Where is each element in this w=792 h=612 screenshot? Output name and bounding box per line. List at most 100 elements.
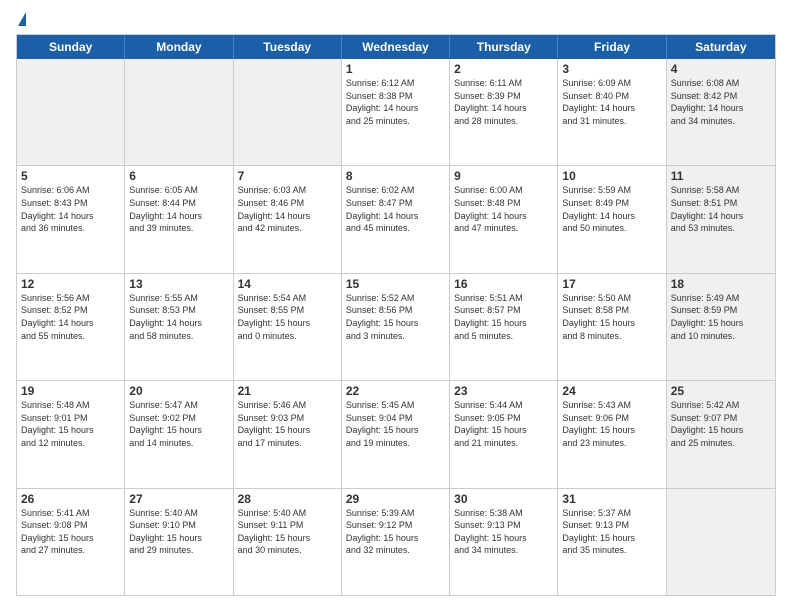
day-number: 26 — [21, 492, 120, 506]
cell-text: Sunrise: 5:55 AM Sunset: 8:53 PM Dayligh… — [129, 292, 228, 342]
cell-text: Sunrise: 5:58 AM Sunset: 8:51 PM Dayligh… — [671, 184, 771, 234]
day-number: 10 — [562, 169, 661, 183]
day-number: 24 — [562, 384, 661, 398]
cal-cell: 5Sunrise: 6:06 AM Sunset: 8:43 PM Daylig… — [17, 166, 125, 272]
cal-row-1: 5Sunrise: 6:06 AM Sunset: 8:43 PM Daylig… — [17, 166, 775, 273]
day-number: 20 — [129, 384, 228, 398]
cal-cell: 24Sunrise: 5:43 AM Sunset: 9:06 PM Dayli… — [558, 381, 666, 487]
cal-cell: 6Sunrise: 6:05 AM Sunset: 8:44 PM Daylig… — [125, 166, 233, 272]
day-number: 16 — [454, 277, 553, 291]
logo-triangle-icon — [18, 12, 26, 26]
cal-cell: 3Sunrise: 6:09 AM Sunset: 8:40 PM Daylig… — [558, 59, 666, 165]
cal-cell: 26Sunrise: 5:41 AM Sunset: 9:08 PM Dayli… — [17, 489, 125, 595]
day-number: 11 — [671, 169, 771, 183]
cal-cell: 14Sunrise: 5:54 AM Sunset: 8:55 PM Dayli… — [234, 274, 342, 380]
day-number: 9 — [454, 169, 553, 183]
day-number: 14 — [238, 277, 337, 291]
cal-cell: 10Sunrise: 5:59 AM Sunset: 8:49 PM Dayli… — [558, 166, 666, 272]
cal-row-2: 12Sunrise: 5:56 AM Sunset: 8:52 PM Dayli… — [17, 274, 775, 381]
header — [16, 16, 776, 26]
cell-text: Sunrise: 5:44 AM Sunset: 9:05 PM Dayligh… — [454, 399, 553, 449]
cal-cell: 17Sunrise: 5:50 AM Sunset: 8:58 PM Dayli… — [558, 274, 666, 380]
day-number: 8 — [346, 169, 445, 183]
day-number: 28 — [238, 492, 337, 506]
day-number: 7 — [238, 169, 337, 183]
cal-cell: 13Sunrise: 5:55 AM Sunset: 8:53 PM Dayli… — [125, 274, 233, 380]
cell-text: Sunrise: 5:51 AM Sunset: 8:57 PM Dayligh… — [454, 292, 553, 342]
cal-cell: 11Sunrise: 5:58 AM Sunset: 8:51 PM Dayli… — [667, 166, 775, 272]
day-number: 12 — [21, 277, 120, 291]
cal-cell: 30Sunrise: 5:38 AM Sunset: 9:13 PM Dayli… — [450, 489, 558, 595]
cell-text: Sunrise: 6:03 AM Sunset: 8:46 PM Dayligh… — [238, 184, 337, 234]
day-number: 31 — [562, 492, 661, 506]
cal-cell: 18Sunrise: 5:49 AM Sunset: 8:59 PM Dayli… — [667, 274, 775, 380]
cal-cell: 7Sunrise: 6:03 AM Sunset: 8:46 PM Daylig… — [234, 166, 342, 272]
cell-text: Sunrise: 5:37 AM Sunset: 9:13 PM Dayligh… — [562, 507, 661, 557]
cal-header-cell-saturday: Saturday — [667, 35, 775, 59]
cell-text: Sunrise: 6:02 AM Sunset: 8:47 PM Dayligh… — [346, 184, 445, 234]
cell-text: Sunrise: 5:40 AM Sunset: 9:11 PM Dayligh… — [238, 507, 337, 557]
cal-cell: 19Sunrise: 5:48 AM Sunset: 9:01 PM Dayli… — [17, 381, 125, 487]
cal-cell: 1Sunrise: 6:12 AM Sunset: 8:38 PM Daylig… — [342, 59, 450, 165]
cell-text: Sunrise: 5:39 AM Sunset: 9:12 PM Dayligh… — [346, 507, 445, 557]
day-number: 13 — [129, 277, 228, 291]
cell-text: Sunrise: 6:09 AM Sunset: 8:40 PM Dayligh… — [562, 77, 661, 127]
cal-cell: 22Sunrise: 5:45 AM Sunset: 9:04 PM Dayli… — [342, 381, 450, 487]
cal-cell — [17, 59, 125, 165]
cell-text: Sunrise: 5:50 AM Sunset: 8:58 PM Dayligh… — [562, 292, 661, 342]
day-number: 18 — [671, 277, 771, 291]
cal-cell: 21Sunrise: 5:46 AM Sunset: 9:03 PM Dayli… — [234, 381, 342, 487]
calendar-body: 1Sunrise: 6:12 AM Sunset: 8:38 PM Daylig… — [17, 59, 775, 595]
cell-text: Sunrise: 5:42 AM Sunset: 9:07 PM Dayligh… — [671, 399, 771, 449]
cell-text: Sunrise: 6:12 AM Sunset: 8:38 PM Dayligh… — [346, 77, 445, 127]
cal-cell: 12Sunrise: 5:56 AM Sunset: 8:52 PM Dayli… — [17, 274, 125, 380]
cell-text: Sunrise: 5:49 AM Sunset: 8:59 PM Dayligh… — [671, 292, 771, 342]
cal-cell: 8Sunrise: 6:02 AM Sunset: 8:47 PM Daylig… — [342, 166, 450, 272]
cal-cell: 20Sunrise: 5:47 AM Sunset: 9:02 PM Dayli… — [125, 381, 233, 487]
day-number: 21 — [238, 384, 337, 398]
cal-header-cell-monday: Monday — [125, 35, 233, 59]
day-number: 17 — [562, 277, 661, 291]
cal-header-cell-wednesday: Wednesday — [342, 35, 450, 59]
cal-cell — [125, 59, 233, 165]
cell-text: Sunrise: 5:43 AM Sunset: 9:06 PM Dayligh… — [562, 399, 661, 449]
cal-cell — [667, 489, 775, 595]
calendar: SundayMondayTuesdayWednesdayThursdayFrid… — [16, 34, 776, 596]
logo — [16, 16, 26, 26]
day-number: 29 — [346, 492, 445, 506]
day-number: 4 — [671, 62, 771, 76]
cell-text: Sunrise: 5:45 AM Sunset: 9:04 PM Dayligh… — [346, 399, 445, 449]
cell-text: Sunrise: 5:56 AM Sunset: 8:52 PM Dayligh… — [21, 292, 120, 342]
cal-cell: 27Sunrise: 5:40 AM Sunset: 9:10 PM Dayli… — [125, 489, 233, 595]
cal-row-3: 19Sunrise: 5:48 AM Sunset: 9:01 PM Dayli… — [17, 381, 775, 488]
cell-text: Sunrise: 5:59 AM Sunset: 8:49 PM Dayligh… — [562, 184, 661, 234]
cal-cell: 4Sunrise: 6:08 AM Sunset: 8:42 PM Daylig… — [667, 59, 775, 165]
cell-text: Sunrise: 6:06 AM Sunset: 8:43 PM Dayligh… — [21, 184, 120, 234]
cell-text: Sunrise: 6:08 AM Sunset: 8:42 PM Dayligh… — [671, 77, 771, 127]
cell-text: Sunrise: 6:05 AM Sunset: 8:44 PM Dayligh… — [129, 184, 228, 234]
cell-text: Sunrise: 5:54 AM Sunset: 8:55 PM Dayligh… — [238, 292, 337, 342]
cal-cell: 28Sunrise: 5:40 AM Sunset: 9:11 PM Dayli… — [234, 489, 342, 595]
day-number: 1 — [346, 62, 445, 76]
cal-cell: 16Sunrise: 5:51 AM Sunset: 8:57 PM Dayli… — [450, 274, 558, 380]
cal-header-cell-sunday: Sunday — [17, 35, 125, 59]
day-number: 15 — [346, 277, 445, 291]
logo-text — [16, 16, 26, 26]
cal-row-0: 1Sunrise: 6:12 AM Sunset: 8:38 PM Daylig… — [17, 59, 775, 166]
day-number: 19 — [21, 384, 120, 398]
cal-row-4: 26Sunrise: 5:41 AM Sunset: 9:08 PM Dayli… — [17, 489, 775, 595]
cal-cell: 25Sunrise: 5:42 AM Sunset: 9:07 PM Dayli… — [667, 381, 775, 487]
cell-text: Sunrise: 5:41 AM Sunset: 9:08 PM Dayligh… — [21, 507, 120, 557]
cell-text: Sunrise: 5:38 AM Sunset: 9:13 PM Dayligh… — [454, 507, 553, 557]
cell-text: Sunrise: 5:48 AM Sunset: 9:01 PM Dayligh… — [21, 399, 120, 449]
cell-text: Sunrise: 5:47 AM Sunset: 9:02 PM Dayligh… — [129, 399, 228, 449]
cal-cell: 29Sunrise: 5:39 AM Sunset: 9:12 PM Dayli… — [342, 489, 450, 595]
cell-text: Sunrise: 5:40 AM Sunset: 9:10 PM Dayligh… — [129, 507, 228, 557]
day-number: 3 — [562, 62, 661, 76]
cell-text: Sunrise: 5:52 AM Sunset: 8:56 PM Dayligh… — [346, 292, 445, 342]
cal-cell: 15Sunrise: 5:52 AM Sunset: 8:56 PM Dayli… — [342, 274, 450, 380]
cal-cell: 23Sunrise: 5:44 AM Sunset: 9:05 PM Dayli… — [450, 381, 558, 487]
cal-cell: 31Sunrise: 5:37 AM Sunset: 9:13 PM Dayli… — [558, 489, 666, 595]
day-number: 22 — [346, 384, 445, 398]
day-number: 5 — [21, 169, 120, 183]
